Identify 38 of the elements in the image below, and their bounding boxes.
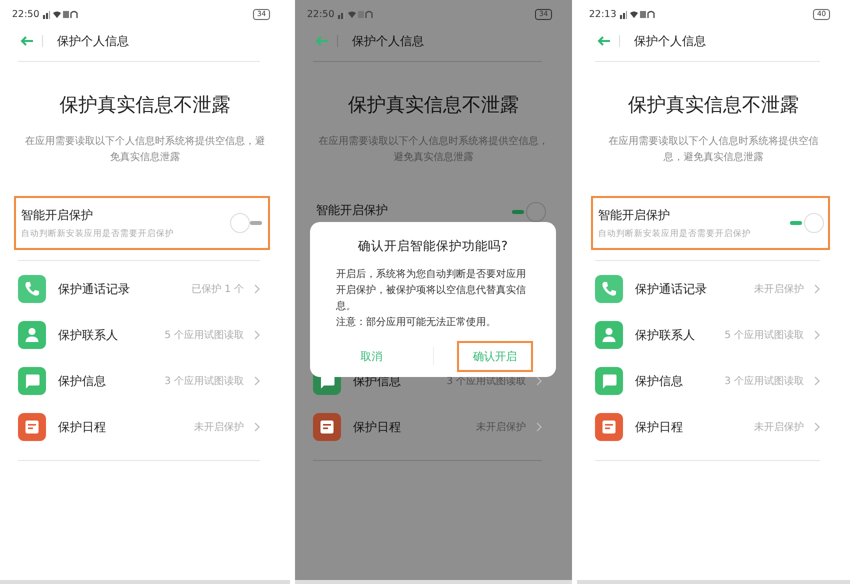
page-title: 保护个人信息 bbox=[57, 32, 129, 50]
setting-subtitle: 自动判断新安装应用是否需要开启保护 bbox=[598, 228, 752, 240]
dialog-message: 开启后，系统将为您自动判断是否要对应用开启保护，被保护项将以空信息代替真实信息。 bbox=[336, 268, 527, 314]
item-status: 未开启保护 bbox=[754, 282, 804, 296]
hero-description: 在应用需要读取以下个人信息时系统将提供空信息，避免真实信息泄露 bbox=[24, 134, 266, 165]
hero-description: 在应用需要读取以下个人信息时系统将提供空信息，避免真实信息泄露 bbox=[608, 134, 820, 165]
hero-title: 保护真实信息不泄露 bbox=[347, 93, 520, 118]
dialog-message: 注意：部分应用可能无法正常使用。 bbox=[336, 316, 497, 330]
status-time: 22:50 bbox=[307, 8, 334, 20]
setting-title: 智能开启保护 bbox=[21, 206, 94, 224]
item-label: 保护通话记录 bbox=[58, 280, 131, 298]
item-label: 保护通话记录 bbox=[635, 280, 708, 298]
item-status: 未开启保护 bbox=[476, 420, 526, 434]
item-status: 3 个应用试图读取 bbox=[724, 374, 804, 388]
page-title: 保护个人信息 bbox=[634, 32, 706, 50]
item-status: 未开启保护 bbox=[194, 420, 244, 434]
item-label: 保护联系人 bbox=[58, 326, 119, 344]
status-time: 22:50 bbox=[12, 8, 40, 20]
item-label: 保护信息 bbox=[635, 372, 684, 390]
item-status: 未开启保护 bbox=[754, 420, 804, 434]
hero-title: 保护真实信息不泄露 bbox=[627, 93, 800, 118]
status-time: 22:13 bbox=[589, 8, 616, 20]
hero-title: 保护真实信息不泄露 bbox=[58, 93, 232, 118]
item-status: 5 个应用试图读取 bbox=[724, 328, 804, 342]
setting-title: 智能开启保护 bbox=[316, 202, 389, 219]
page-title: 保护个人信息 bbox=[352, 32, 424, 50]
dialog-title: 确认开启智能保护功能吗? bbox=[357, 237, 509, 255]
item-label: 保护日程 bbox=[58, 418, 107, 436]
item-label: 保护信息 bbox=[58, 372, 107, 390]
setting-title: 智能开启保护 bbox=[598, 206, 671, 224]
item-label: 保护联系人 bbox=[635, 326, 696, 344]
item-label: 保护日程 bbox=[635, 418, 684, 436]
hero-description: 在应用需要读取以下个人信息时系统将提供空信息，避免真实信息泄露 bbox=[318, 134, 550, 165]
item-status: 5 个应用试图读取 bbox=[164, 328, 244, 342]
item-label: 保护日程 bbox=[353, 418, 402, 436]
item-status: 已保护 1 个 bbox=[191, 282, 244, 296]
item-status: 3 个应用试图读取 bbox=[164, 374, 244, 388]
setting-subtitle: 自动判断新安装应用是否需要开启保护 bbox=[21, 228, 175, 240]
